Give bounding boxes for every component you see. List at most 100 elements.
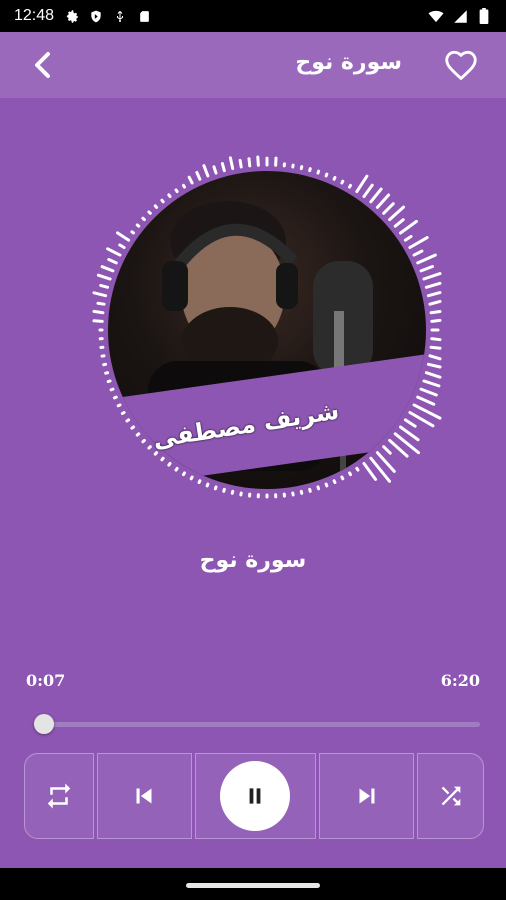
visualizer-bar: [99, 283, 110, 289]
status-time: 12:48: [14, 7, 55, 24]
visualizer-bar: [167, 193, 172, 199]
visualizer-bar: [332, 479, 337, 485]
visualizer-bar: [106, 379, 112, 384]
progress-slider[interactable]: [34, 714, 480, 734]
visualizer-bar: [348, 471, 352, 477]
page-title: سورة نوح: [295, 50, 402, 75]
favorite-button[interactable]: [442, 46, 480, 84]
playback-controls: [24, 753, 484, 839]
visualizer-bar: [340, 475, 345, 481]
heart-outline-icon: [445, 50, 477, 80]
visualizer-bar: [174, 188, 179, 194]
visualizer-bar: [424, 281, 442, 289]
visualizer-bar: [424, 371, 442, 379]
skip-previous-icon: [136, 788, 152, 804]
visualizer-bar: [96, 301, 106, 306]
visualizer-bar: [355, 466, 360, 472]
shuffle-icon: [441, 786, 461, 806]
visualizer-bar: [197, 479, 202, 485]
visualizer-bar: [104, 371, 110, 375]
back-button[interactable]: [28, 50, 58, 80]
visualizer-bar: [428, 299, 442, 306]
visualizer-bar: [419, 264, 434, 273]
visualizer-bar: [403, 234, 413, 242]
shield-icon: [88, 8, 104, 24]
visualizer-bar: [115, 231, 131, 242]
visualizer-bar: [430, 337, 442, 342]
visualizer-bar: [147, 210, 152, 215]
visualizer-bar: [416, 253, 437, 265]
visualizer-bar: [316, 169, 321, 175]
visualizer-bar: [228, 156, 235, 171]
visualizer-bar: [141, 216, 146, 222]
visualizer-bar: [187, 175, 194, 185]
visualizer-bar: [222, 487, 226, 493]
visualizer-bar: [202, 164, 210, 178]
visualizer-bar: [308, 487, 312, 493]
visualizer-bar: [412, 249, 424, 257]
visualizer-bar: [256, 155, 260, 167]
status-bar: 12:48: [0, 0, 506, 32]
visualizer-bar: [398, 219, 418, 235]
visualizer-bar: [182, 183, 186, 189]
sd-card-icon: [136, 8, 152, 24]
visualizer-bar: [238, 158, 243, 169]
visualizer-bar: [92, 319, 104, 323]
visualizer-bar: [348, 183, 352, 189]
visualizer-bar: [308, 167, 312, 173]
battery-icon: [476, 8, 492, 24]
usb-icon: [112, 8, 128, 24]
visualizer-bar: [426, 291, 442, 298]
visualizer-bar: [135, 223, 141, 228]
visualizer-bar: [408, 236, 429, 249]
visualizer-bar: [369, 187, 383, 204]
status-icons-left: [64, 8, 152, 24]
wifi-icon: [428, 8, 444, 24]
total-time: 6:20: [440, 671, 480, 690]
visualizer-bar: [106, 247, 122, 257]
system-nav-bar: [0, 868, 506, 900]
visualizer-bar: [92, 309, 105, 315]
status-icons-right: [428, 8, 492, 24]
visualizer-bar: [422, 272, 442, 281]
visualizer-bar: [362, 183, 374, 199]
visualizer-bar: [422, 379, 441, 388]
skip-next-icon: [359, 788, 375, 804]
pause-icon: [250, 788, 261, 804]
repeat-button[interactable]: [24, 753, 94, 839]
visualizer-bar: [212, 165, 218, 175]
visualizer-bar: [324, 172, 329, 178]
next-button[interactable]: [319, 753, 415, 839]
visualizer-bar: [109, 387, 115, 392]
play-pause-circle[interactable]: [220, 761, 291, 831]
visualizer-bar: [130, 230, 136, 235]
visualizer-bar: [340, 179, 345, 185]
visualizer-bar: [388, 205, 405, 222]
visualizer-bar: [429, 345, 442, 350]
visualizer-bar: [375, 193, 391, 209]
visualizer-bar: [429, 309, 442, 315]
current-time: 0:07: [26, 671, 66, 690]
progress-thumb[interactable]: [34, 714, 55, 734]
visualizer-bar: [96, 273, 112, 281]
app-bar: سورة نوح: [0, 32, 506, 98]
visualizer-bar: [205, 482, 210, 488]
chevron-left-icon: [35, 52, 50, 78]
visualizer-bar: [428, 354, 442, 361]
shuffle-button[interactable]: [417, 753, 484, 839]
repeat-icon: [47, 783, 71, 809]
visualizer-bar: [332, 175, 337, 181]
visualizer-bar: [393, 218, 405, 228]
visualizer-bar: [160, 198, 165, 204]
home-gesture-handle[interactable]: [186, 883, 320, 888]
visualizer-bar: [316, 485, 321, 491]
signal-icon: [452, 8, 468, 24]
visualizer-bar: [355, 174, 369, 194]
visualizer-bar: [324, 482, 329, 488]
play-pause-button[interactable]: [194, 753, 317, 839]
previous-button[interactable]: [96, 753, 192, 839]
visualizer-bar: [213, 485, 218, 491]
visualizer-bar: [153, 204, 159, 209]
gear-icon: [64, 8, 80, 24]
visualizer-bar: [195, 170, 202, 181]
